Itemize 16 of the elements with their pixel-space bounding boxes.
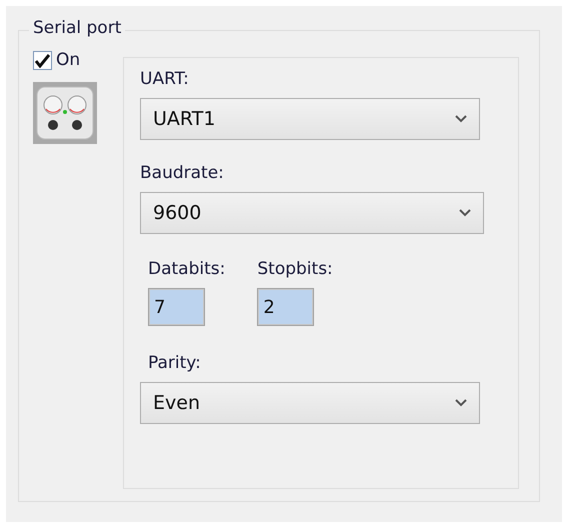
- uart-dropdown[interactable]: UART1: [140, 98, 480, 140]
- parity-dropdown[interactable]: Even: [140, 382, 480, 424]
- chevron-icon: [459, 209, 471, 218]
- baudrate-label: Baudrate:: [140, 162, 225, 184]
- on-checkbox[interactable]: On: [33, 51, 123, 70]
- uart-label: UART:: [140, 68, 190, 90]
- chevron-icon: [455, 399, 467, 408]
- databits-field[interactable]: 7: [148, 288, 205, 326]
- baudrate-dropdown[interactable]: 9600: [140, 192, 484, 234]
- parity-label: Parity:: [148, 352, 202, 374]
- checkmark-icon: [35, 54, 50, 68]
- databits-label: Databits:: [148, 258, 226, 280]
- serial-port-icon: [33, 82, 97, 144]
- chevron-icon: [455, 115, 467, 124]
- stopbits-field[interactable]: 2: [257, 288, 314, 326]
- stopbits-label: Stopbits:: [257, 258, 333, 280]
